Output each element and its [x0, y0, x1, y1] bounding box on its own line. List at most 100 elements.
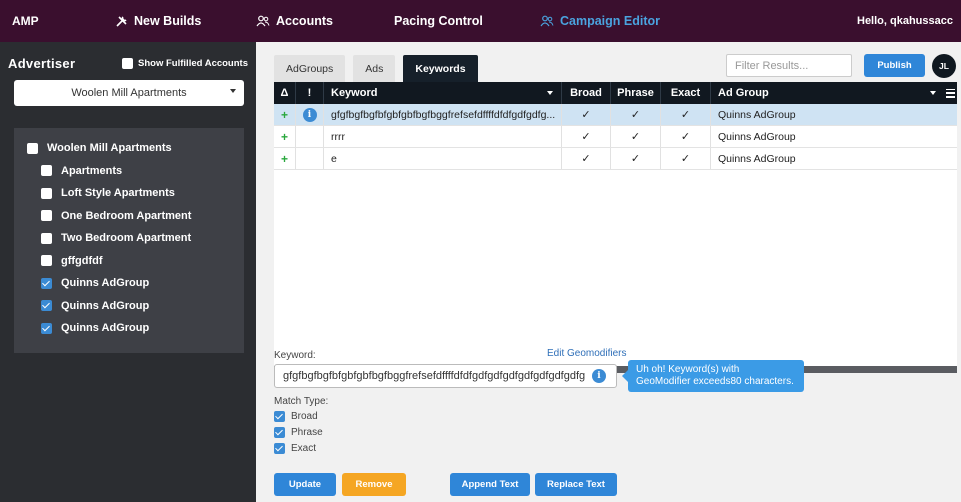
tree-item[interactable]: Quinns AdGroup — [14, 272, 244, 295]
broad-checkbox[interactable] — [274, 411, 285, 422]
replace-text-button[interactable]: Replace Text — [535, 473, 617, 496]
nav-campaign-editor[interactable]: Campaign Editor — [540, 14, 660, 28]
tree-item[interactable]: Two Bedroom Apartment — [14, 227, 244, 250]
row-adgroup: Quinns AdGroup — [718, 130, 796, 143]
check-icon: ✓ — [581, 109, 591, 121]
row-broad: ✓ — [562, 104, 611, 125]
user-greeting[interactable]: Hello, qkahussacc — [857, 15, 953, 27]
row-broad: ✓ — [562, 126, 611, 147]
remove-button[interactable]: Remove — [342, 473, 406, 496]
match-type-phrase[interactable]: Phrase — [274, 427, 323, 438]
row-keyword: e — [324, 148, 562, 169]
chevron-down-icon[interactable] — [930, 91, 936, 95]
tree-item-checkbox[interactable] — [27, 142, 38, 154]
tab-ads[interactable]: Ads — [353, 55, 396, 82]
col-keyword[interactable]: Keyword — [324, 82, 562, 104]
tree-item[interactable]: gffgdfdf — [14, 250, 244, 273]
table-row[interactable]: + rrrr ✓ ✓ ✓ Quinns AdGroup — [274, 126, 957, 148]
row-keyword: gfgfbgfbgfbfgbfgbfbgfbggfrefsefdffffdfdf… — [324, 104, 562, 125]
keyword-input[interactable]: gfgfbgfbgfbfgbfgbfbgfbggfrefsefdffffdfdf… — [274, 364, 617, 388]
tab-keywords[interactable]: Keywords — [403, 55, 478, 82]
tree-item-checkbox[interactable] — [41, 210, 52, 222]
tree-item-checkbox[interactable] — [41, 300, 52, 312]
exact-label: Exact — [291, 443, 317, 454]
row-broad: ✓ — [562, 148, 611, 169]
col-adgroup[interactable]: Ad Group — [711, 82, 957, 104]
tree-item-checkbox[interactable] — [41, 322, 52, 334]
tree-item-checkbox[interactable] — [41, 165, 52, 177]
advertiser-select[interactable]: Woolen Mill Apartments — [14, 80, 244, 106]
info-icon[interactable]: i — [302, 107, 317, 122]
nav-accounts[interactable]: Accounts — [256, 14, 333, 28]
tree-item[interactable]: Woolen Mill Apartments — [14, 137, 244, 160]
append-text-button[interactable]: Append Text — [450, 473, 530, 496]
avatar[interactable]: JL — [932, 54, 956, 78]
row-phrase: ✓ — [611, 148, 661, 169]
row-info — [296, 148, 324, 169]
brand-logo[interactable]: AMP — [0, 14, 70, 28]
main-panel: AdGroups Ads Keywords Filter Results... … — [256, 42, 961, 502]
show-fulfilled-checkbox[interactable] — [122, 58, 134, 69]
row-delta: + — [274, 104, 296, 125]
match-type-exact[interactable]: Exact — [274, 443, 316, 454]
grid-header: Δ ! Keyword Broad Phrase Exact Ad Group — [274, 82, 957, 104]
edit-geomodifiers-link[interactable]: Edit Geomodifiers — [547, 348, 626, 359]
broad-label: Broad — [291, 411, 318, 422]
filter-results-input[interactable]: Filter Results... — [726, 54, 852, 77]
col-delta[interactable]: Δ — [274, 82, 296, 104]
row-adgroup: Quinns AdGroup — [718, 152, 796, 165]
exact-checkbox[interactable] — [274, 443, 285, 454]
tree-item-label: Two Bedroom Apartment — [61, 232, 192, 245]
tree-item-checkbox[interactable] — [41, 232, 52, 244]
column-menu-icon[interactable] — [946, 88, 955, 98]
tree-item[interactable]: Quinns AdGroup — [14, 295, 244, 318]
col-broad[interactable]: Broad — [562, 82, 611, 104]
row-phrase: ✓ — [611, 126, 661, 147]
chevron-down-icon[interactable] — [547, 91, 553, 95]
table-row[interactable]: + e ✓ ✓ ✓ Quinns AdGroup — [274, 148, 957, 170]
error-tooltip: Uh oh! Keyword(s) with GeoModifier excee… — [622, 360, 804, 392]
update-button[interactable]: Update — [274, 473, 336, 496]
check-icon: ✓ — [680, 153, 691, 165]
row-phrase: ✓ — [611, 104, 661, 125]
plus-icon: + — [280, 151, 288, 166]
sidebar: Advertiser Show Fulfilled Accounts Woole… — [0, 42, 256, 502]
col-phrase[interactable]: Phrase — [611, 82, 661, 104]
info-icon[interactable]: i — [592, 369, 606, 383]
keyword-label: Keyword: — [274, 350, 316, 361]
advertiser-select-value: Woolen Mill Apartments — [71, 87, 187, 99]
keywords-grid: Δ ! Keyword Broad Phrase Exact Ad Group … — [274, 82, 957, 373]
plus-icon: + — [280, 107, 288, 122]
nav-accounts-label: Accounts — [276, 14, 333, 28]
editor-tabs: AdGroups Ads Keywords — [274, 55, 478, 82]
tree-item[interactable]: Loft Style Apartments — [14, 182, 244, 205]
col-info[interactable]: ! — [296, 82, 324, 104]
nav-campaign-editor-label: Campaign Editor — [560, 14, 661, 28]
publish-button[interactable]: Publish — [864, 54, 925, 77]
tree-item[interactable]: One Bedroom Apartment — [14, 205, 244, 228]
nav-pacing-control-label: Pacing Control — [394, 14, 483, 28]
col-exact[interactable]: Exact — [661, 82, 711, 104]
check-icon: ✓ — [680, 109, 691, 121]
nav-pacing-control[interactable]: Pacing Control — [394, 14, 483, 28]
tab-adgroups[interactable]: AdGroups — [274, 55, 346, 82]
adgroup-tree: Woolen Mill Apartments Apartments Loft S… — [14, 128, 244, 353]
phrase-checkbox[interactable] — [274, 427, 285, 438]
tree-item-checkbox[interactable] — [41, 187, 52, 199]
col-keyword-label: Keyword — [331, 87, 378, 99]
match-type-broad[interactable]: Broad — [274, 411, 318, 422]
check-icon: ✓ — [581, 153, 591, 165]
tree-item[interactable]: Apartments — [14, 160, 244, 183]
tree-item-label: gffgdfdf — [61, 254, 103, 267]
nav-new-builds[interactable]: New Builds — [115, 14, 201, 28]
row-delta: + — [274, 126, 296, 147]
table-row[interactable]: + i gfgfbgfbgfbfgbfgbfbgfbggfrefsefdffff… — [274, 104, 957, 126]
row-exact: ✓ — [661, 104, 711, 125]
advertiser-title: Advertiser — [8, 56, 76, 71]
show-fulfilled-toggle[interactable]: Show Fulfilled Accounts — [122, 58, 248, 69]
check-icon: ✓ — [581, 131, 591, 143]
tree-item[interactable]: Quinns AdGroup — [14, 317, 244, 340]
tree-item-checkbox[interactable] — [41, 255, 52, 267]
check-icon: ✓ — [630, 153, 641, 165]
tree-item-checkbox[interactable] — [41, 277, 52, 289]
